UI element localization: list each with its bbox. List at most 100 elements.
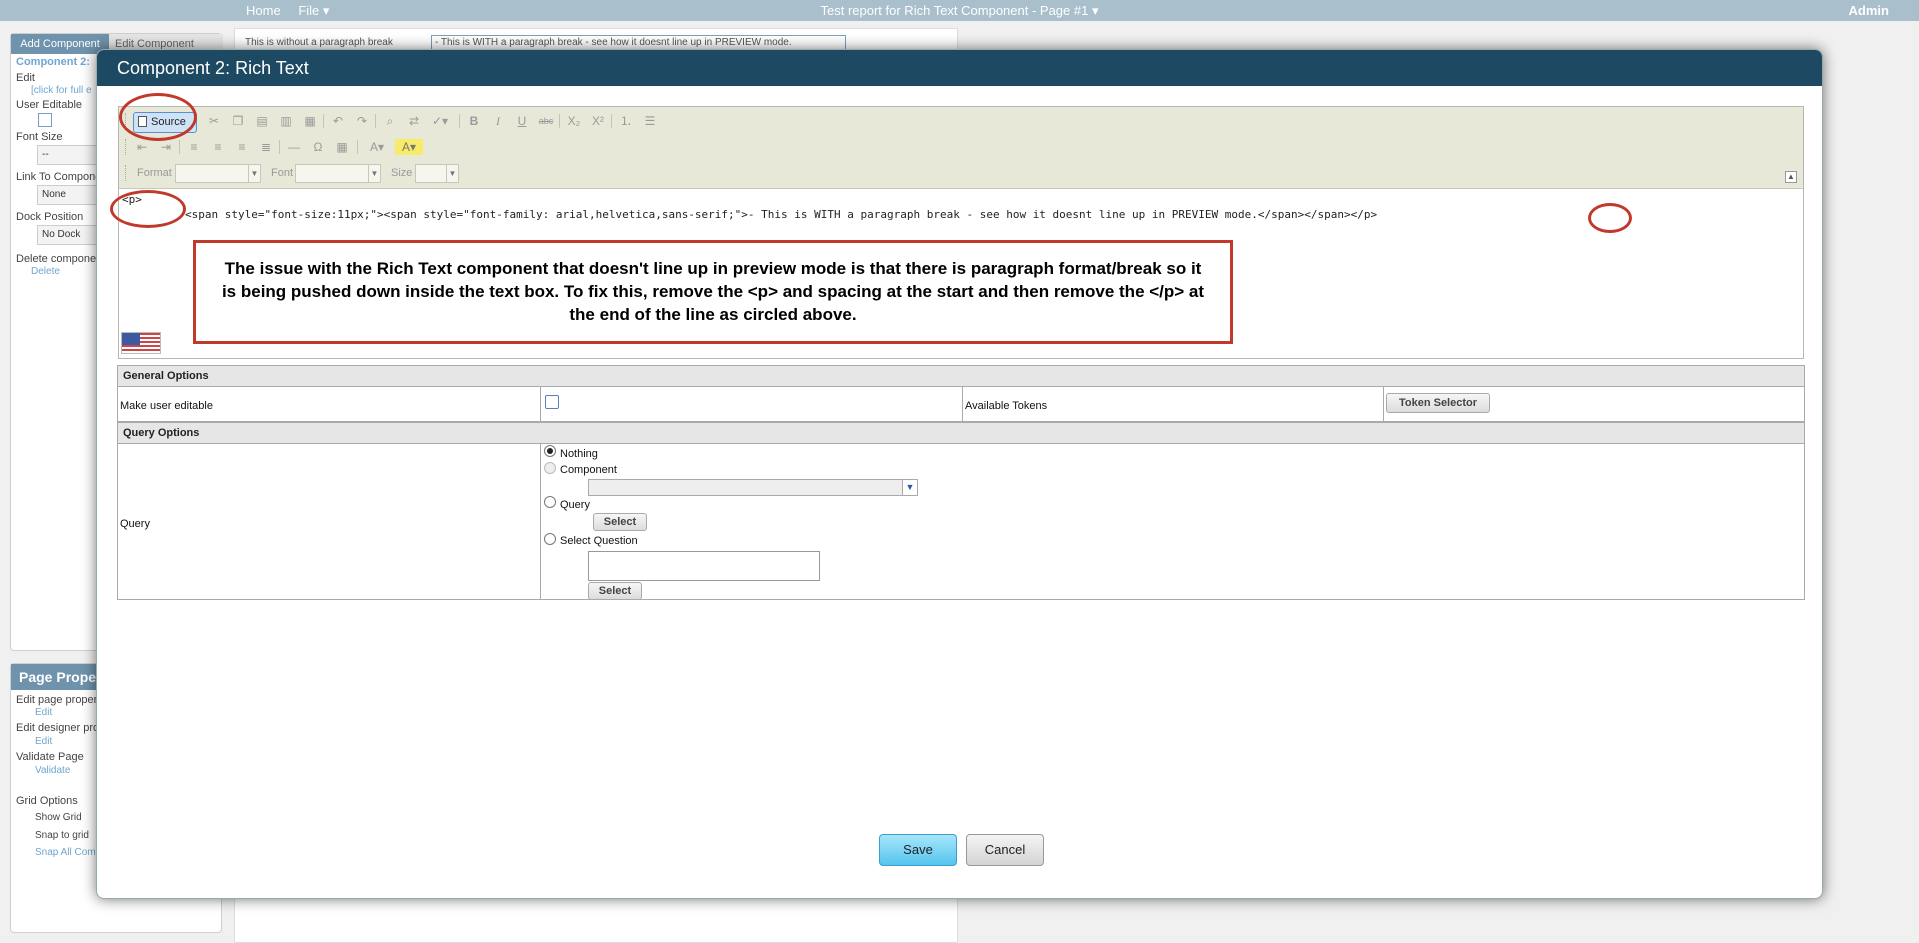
query-options-heading: Query Options xyxy=(117,422,1805,444)
general-options-row: Make user editable Available Tokens Toke… xyxy=(117,387,1805,422)
radio-select-question[interactable] xyxy=(544,533,556,545)
user-menu[interactable]: Admin xyxy=(1849,3,1889,18)
tab-add-component[interactable]: Add Component xyxy=(11,34,109,54)
superscript-icon[interactable]: X² xyxy=(589,113,607,129)
source-code-area[interactable]: <p> <span style="font-size:11px;"><span … xyxy=(119,190,1803,358)
toolbar-separator xyxy=(611,114,612,128)
text-color-icon[interactable]: A▾ xyxy=(363,139,391,155)
canvas-text-component-2[interactable]: - This is WITH a paragraph break - see h… xyxy=(431,35,846,50)
delete-link[interactable]: Delete xyxy=(31,266,60,277)
select-question-button[interactable]: Select xyxy=(588,582,642,600)
save-button[interactable]: Save xyxy=(879,834,957,866)
available-tokens-label: Available Tokens xyxy=(965,400,1048,412)
paste-icon[interactable]: ▤ xyxy=(253,113,271,129)
token-selector-button[interactable]: Token Selector xyxy=(1386,393,1490,413)
cell-divider xyxy=(540,444,541,599)
chevron-down-icon: ▼ xyxy=(446,165,458,182)
underline-icon[interactable]: U xyxy=(513,113,531,129)
indent-icon[interactable]: ⇥ xyxy=(157,139,175,155)
radio-nothing-label: Nothing xyxy=(560,448,598,460)
align-right-icon[interactable]: ≡ xyxy=(233,139,251,155)
toolbar-grip xyxy=(125,139,128,155)
dialog-title: Component 2: Rich Text xyxy=(97,50,1822,86)
edit-designer-label: Edit designer pro xyxy=(16,722,100,734)
annotation-circle-close-p xyxy=(1588,203,1632,233)
toolbar-separator xyxy=(179,140,180,154)
format-select[interactable]: ▼ xyxy=(175,164,261,183)
toolbar-separator xyxy=(323,114,324,128)
toolbar-grip xyxy=(125,165,128,181)
numbered-list-icon[interactable]: ⒈ xyxy=(617,113,635,129)
radio-select-question-label: Select Question xyxy=(560,535,638,547)
background-color-icon[interactable]: A▾ xyxy=(395,139,423,155)
bold-icon[interactable]: B xyxy=(465,113,483,129)
edit-label: Edit xyxy=(16,72,35,84)
outdent-icon[interactable]: ⇤ xyxy=(133,139,151,155)
spellcheck-icon[interactable]: ✓▾ xyxy=(431,113,449,129)
toolbar-separator xyxy=(279,140,280,154)
toolbar-row-3: Format ▼ Font ▼ Size ▼ xyxy=(125,161,525,185)
edit-page-props-link[interactable]: Edit xyxy=(35,707,52,718)
cancel-button[interactable]: Cancel xyxy=(966,834,1044,866)
chevron-down-icon: ▼ xyxy=(368,165,380,182)
paste-word-icon[interactable]: ▦ xyxy=(301,113,319,129)
radio-nothing[interactable] xyxy=(544,445,556,457)
chevron-down-icon: ▼ xyxy=(248,165,260,182)
italic-icon[interactable]: I xyxy=(489,113,507,129)
strikethrough-icon[interactable]: abc xyxy=(537,113,555,129)
annotation-circle-open-p xyxy=(110,190,186,228)
component-select[interactable]: ▼ xyxy=(588,479,918,496)
grid-options-label: Grid Options xyxy=(16,795,78,807)
toolbar-collapse-button[interactable]: ▲ xyxy=(1785,171,1797,183)
replace-icon[interactable]: ⇄ xyxy=(405,113,423,129)
horizontal-rule-icon[interactable]: — xyxy=(285,139,303,155)
bulleted-list-icon[interactable]: ☰ xyxy=(641,113,659,129)
show-grid-option[interactable]: Show Grid xyxy=(35,812,82,823)
link-to-label: Link To Compone xyxy=(16,171,102,183)
subscript-icon[interactable]: X₂ xyxy=(565,113,583,129)
undo-icon[interactable]: ↶ xyxy=(329,113,347,129)
us-flag-icon xyxy=(121,332,161,354)
radio-query[interactable] xyxy=(544,496,556,508)
align-left-icon[interactable]: ≡ xyxy=(185,139,203,155)
radio-component[interactable] xyxy=(544,462,556,474)
radio-component-label: Component xyxy=(560,464,617,476)
make-user-editable-checkbox[interactable] xyxy=(545,395,559,409)
align-center-icon[interactable]: ≡ xyxy=(209,139,227,155)
query-select-button[interactable]: Select xyxy=(593,513,647,531)
chevron-down-icon: ▼ xyxy=(902,480,917,495)
edit-page-props-label: Edit page propert xyxy=(16,694,101,706)
code-line-2: <span style="font-size:11px;"><span styl… xyxy=(185,208,1378,221)
font-select[interactable]: ▼ xyxy=(295,164,381,183)
validate-link[interactable]: Validate xyxy=(35,765,70,776)
cut-icon[interactable]: ✂ xyxy=(205,113,223,129)
top-nav-bar: Home File ▾ Test report for Rich Text Co… xyxy=(0,0,1919,21)
canvas-text-component-1[interactable]: This is without a paragraph break xyxy=(245,37,393,48)
format-label: Format xyxy=(137,167,172,179)
user-editable-label: User Editable xyxy=(16,99,83,111)
paste-text-icon[interactable]: ▥ xyxy=(277,113,295,129)
toolbar-separator xyxy=(559,114,560,128)
dialog-body: Source ✂ ❐ ▤ ▥ ▦ ↶ ↷ ⌕ ⇄ ✓▾ B I U abc X₂… xyxy=(110,86,1805,881)
cell-divider xyxy=(1383,387,1384,421)
snap-to-grid-option[interactable]: Snap to grid xyxy=(35,830,89,841)
align-justify-icon[interactable]: ≣ xyxy=(257,139,275,155)
report-title[interactable]: Test report for Rich Text Component - Pa… xyxy=(0,3,1919,19)
toolbar-separator xyxy=(459,114,460,128)
validate-page-label: Validate Page xyxy=(16,751,84,763)
table-icon[interactable]: ▦ xyxy=(333,139,351,155)
snap-all-link[interactable]: Snap All Comp xyxy=(35,847,101,858)
user-editable-checkbox[interactable] xyxy=(38,113,52,127)
size-select[interactable]: ▼ xyxy=(415,164,459,183)
edit-full-link[interactable]: [click for full e xyxy=(31,85,92,96)
special-char-icon[interactable]: Ω xyxy=(309,139,327,155)
select-question-textarea[interactable] xyxy=(588,551,820,581)
redo-icon[interactable]: ↷ xyxy=(353,113,371,129)
copy-icon[interactable]: ❐ xyxy=(229,113,247,129)
find-icon[interactable]: ⌕ xyxy=(381,113,399,129)
font-size-label: Font Size xyxy=(16,131,63,143)
cell-divider xyxy=(540,387,541,421)
make-user-editable-label: Make user editable xyxy=(120,400,213,412)
edit-designer-link[interactable]: Edit xyxy=(35,736,52,747)
query-label: Query xyxy=(120,518,150,530)
